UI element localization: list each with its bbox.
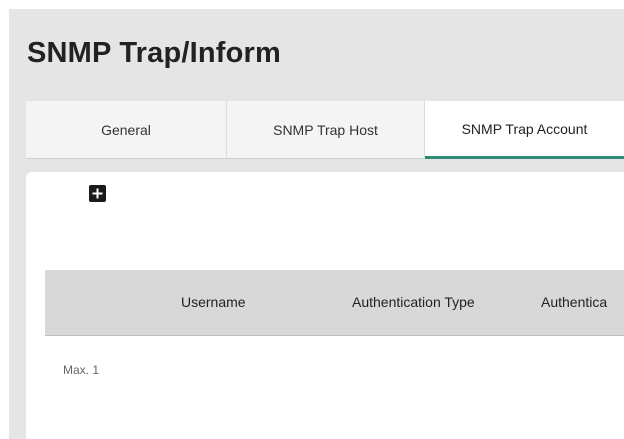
tab-general[interactable]: General [26, 101, 227, 159]
page-title: SNMP Trap/Inform [27, 37, 282, 69]
table-header: Username Authentication Type Authentica [45, 270, 624, 336]
plus-icon [92, 188, 103, 199]
content-card: Username Authentication Type Authentica … [26, 172, 624, 439]
tab-snmp-trap-host[interactable]: SNMP Trap Host [227, 101, 425, 159]
add-account-button[interactable] [89, 185, 106, 202]
tab-snmp-trap-account[interactable]: SNMP Trap Account [425, 101, 624, 159]
tab-bar: General SNMP Trap Host SNMP Trap Account [26, 101, 624, 159]
page-container: SNMP Trap/Inform General SNMP Trap Host … [9, 9, 624, 439]
column-header-authentication-truncated[interactable]: Authentica [541, 270, 607, 335]
column-header-authentication-type[interactable]: Authentication Type [352, 270, 475, 335]
max-entries-note: Max. 1 [63, 363, 100, 377]
column-header-username[interactable]: Username [181, 270, 246, 335]
